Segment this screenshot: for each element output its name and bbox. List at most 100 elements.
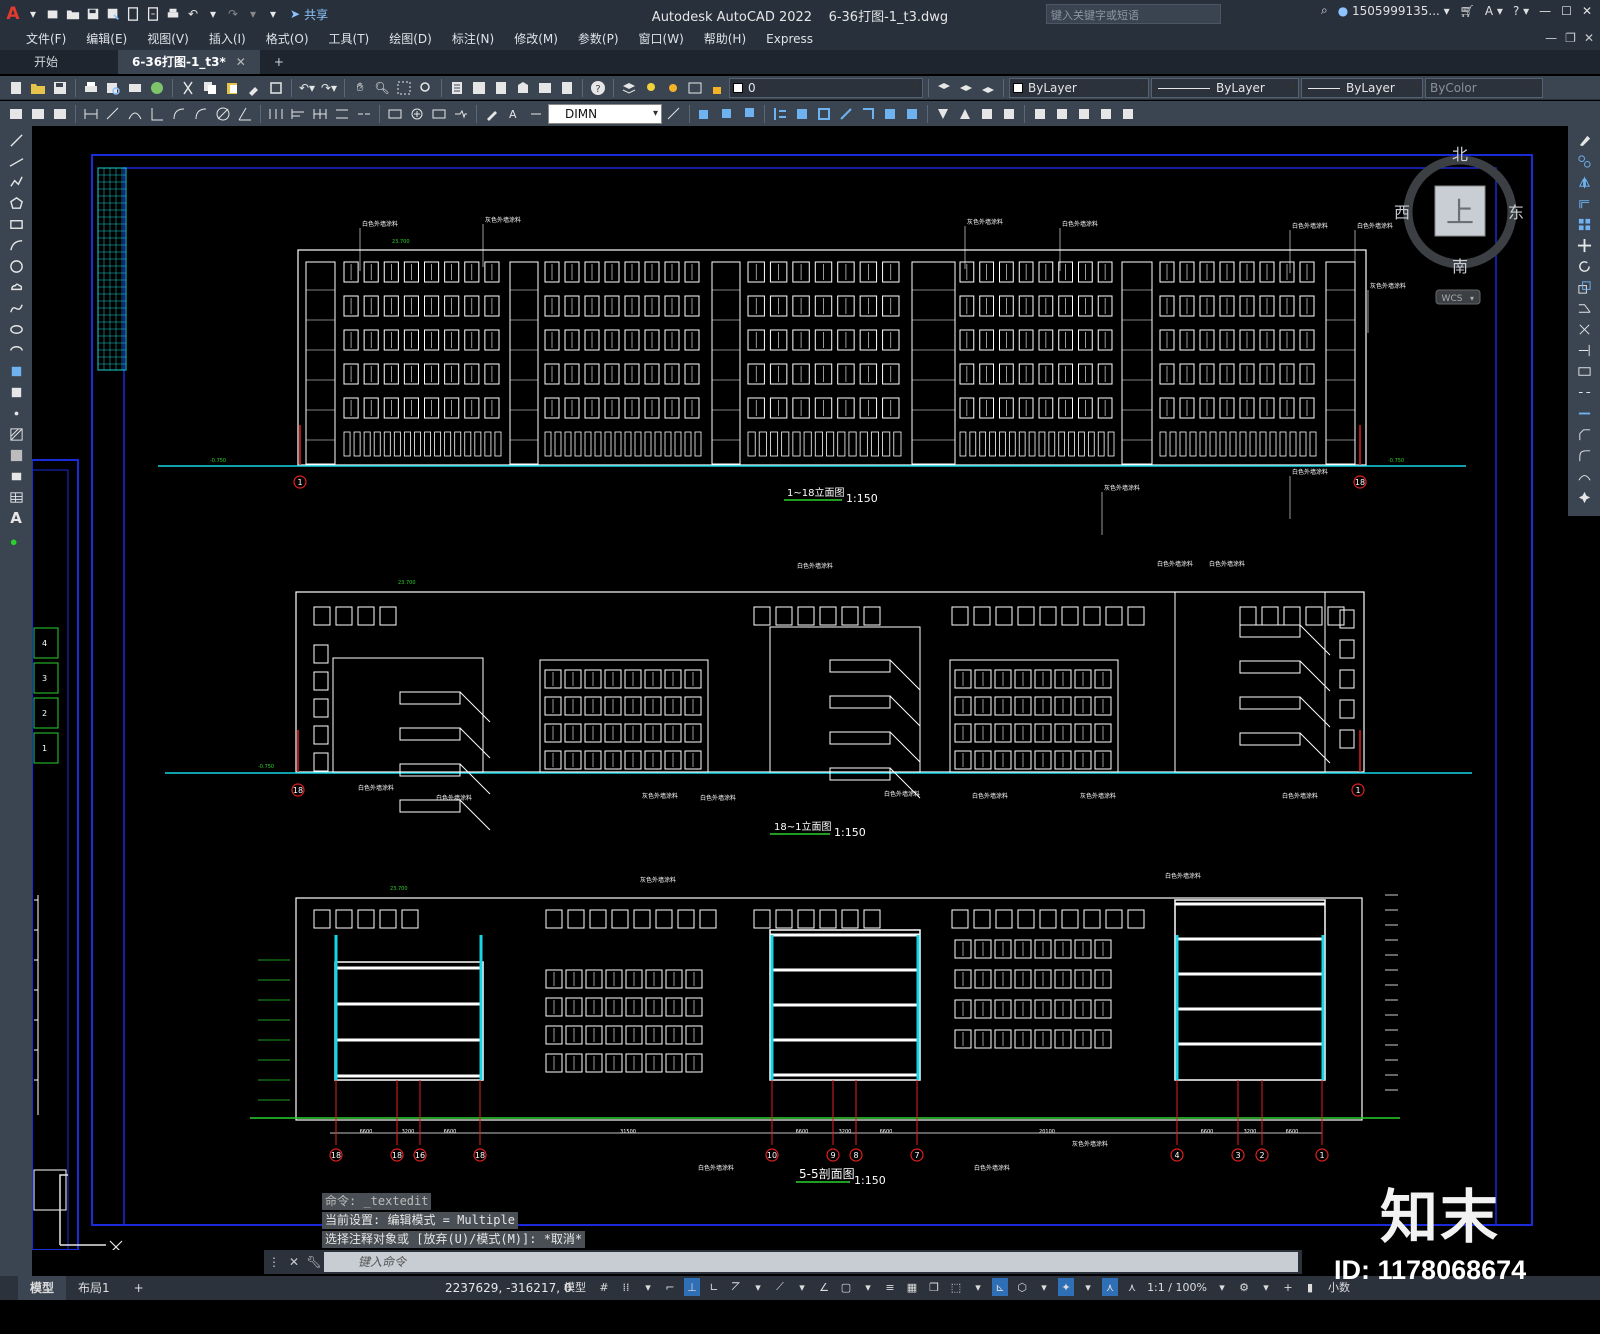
annotation-scale[interactable]: 1:1 / 100%	[1146, 1278, 1208, 1296]
quick-dimension-icon[interactable]	[266, 104, 286, 124]
maximize-button[interactable]: ☐	[1561, 4, 1572, 18]
dropdown-chevron-icon[interactable]: ▾	[794, 1278, 810, 1296]
mtext-icon[interactable]: A	[7, 509, 25, 527]
toolbar-icon-c[interactable]	[50, 104, 70, 124]
spline-icon[interactable]	[7, 300, 25, 316]
construction-line-icon[interactable]	[7, 153, 25, 169]
polyline-icon[interactable]	[7, 174, 25, 190]
command-grip-icon[interactable]: ⋮	[264, 1255, 284, 1269]
redo-toolbar-icon[interactable]: ↷▾	[319, 78, 339, 98]
layer-previous-icon[interactable]	[956, 78, 976, 98]
modify-icon-15[interactable]	[1030, 104, 1050, 124]
modify-icon-18[interactable]	[1096, 104, 1116, 124]
stretch-icon[interactable]	[1575, 300, 1593, 316]
infer-constraints-icon[interactable]: ⌐	[662, 1278, 678, 1296]
array-icon[interactable]	[1575, 216, 1593, 232]
menu-format[interactable]: 格式(O)	[256, 28, 319, 50]
zoom-previous-icon[interactable]	[416, 78, 436, 98]
offset-icon[interactable]	[1575, 195, 1593, 211]
lineweight-icon[interactable]: ≡	[882, 1278, 898, 1296]
help-toolbar-icon[interactable]: ?	[588, 78, 608, 98]
quickcalc-icon[interactable]	[557, 78, 577, 98]
pan-icon[interactable]: ✋︎	[350, 78, 370, 98]
radius-dimension-icon[interactable]	[169, 104, 189, 124]
gizmo-icon[interactable]: ✦	[1058, 1278, 1074, 1296]
doc-close-button[interactable]: ✕	[1584, 31, 1594, 45]
modify-icon-8[interactable]	[858, 104, 878, 124]
modify-icon-17[interactable]	[1074, 104, 1094, 124]
doc-restore-button[interactable]: ❐	[1565, 31, 1576, 45]
match-properties-icon[interactable]	[244, 78, 264, 98]
chamfer-icon[interactable]	[1575, 426, 1593, 442]
point-icon[interactable]	[7, 405, 25, 421]
drawing-canvas[interactable]: 4321 1 18 白色外墙涂料 灰色外墙涂料 灰色外墙涂料 白色外墙涂料 白色外墙涂料 白色…	[32, 126, 1568, 1250]
isodraft-icon[interactable]: ⟋	[772, 1278, 788, 1296]
tolerance-icon[interactable]	[385, 104, 405, 124]
redo-icon[interactable]: ↷	[224, 5, 242, 23]
help-icon[interactable]: ? ▾	[1513, 4, 1529, 18]
rotate-icon[interactable]	[1575, 258, 1593, 274]
arc-length-icon[interactable]	[125, 104, 145, 124]
modify-icon-7[interactable]	[836, 104, 856, 124]
explode-icon[interactable]	[1575, 489, 1593, 505]
move-icon[interactable]	[1575, 237, 1593, 253]
new-tab-button[interactable]: +	[260, 50, 298, 74]
design-center-icon[interactable]	[469, 78, 489, 98]
inspect-icon[interactable]	[429, 104, 449, 124]
undo-toolbar-icon[interactable]: ↶▾	[297, 78, 317, 98]
tab-drawing[interactable]: 6-36打图-1_t3* ✕	[118, 50, 260, 74]
modify-icon-1[interactable]	[695, 104, 715, 124]
autocad-logo-icon[interactable]: A	[4, 4, 22, 24]
linetype-dropdown[interactable]: ByLayer	[1151, 77, 1299, 98]
menu-parametric[interactable]: 参数(P)	[568, 28, 629, 50]
menu-file[interactable]: 文件(F)	[16, 28, 76, 50]
join-icon[interactable]	[1575, 405, 1593, 421]
tool-palettes-icon[interactable]	[491, 78, 511, 98]
layer-properties-icon[interactable]	[619, 78, 639, 98]
sheet-set-icon[interactable]	[513, 78, 533, 98]
tab-model[interactable]: 模型	[18, 1276, 67, 1300]
dynamic-input-icon[interactable]: ⊥	[684, 1278, 700, 1296]
circle-icon[interactable]	[7, 258, 25, 274]
dimension-text-edit-icon[interactable]: A	[504, 104, 524, 124]
close-tab-icon[interactable]: ✕	[236, 50, 246, 74]
close-window-button[interactable]: ✕	[1582, 4, 1592, 18]
linear-dimension-icon[interactable]	[81, 104, 101, 124]
ellipse-icon[interactable]	[7, 321, 25, 337]
make-current-layer-icon[interactable]	[934, 78, 954, 98]
dimension-style-icon[interactable]	[664, 104, 684, 124]
modify-icon-10[interactable]	[902, 104, 922, 124]
modify-icon-12[interactable]	[955, 104, 975, 124]
doc-minimize-button[interactable]: —	[1545, 31, 1557, 45]
modify-icon-9[interactable]	[880, 104, 900, 124]
menu-modify[interactable]: 修改(M)	[504, 28, 568, 50]
menu-view[interactable]: 视图(V)	[137, 28, 199, 50]
dropdown-chevron-icon[interactable]: ▾	[860, 1278, 876, 1296]
blend-curves-icon[interactable]	[1575, 468, 1593, 484]
rectangle-icon[interactable]	[7, 216, 25, 232]
arc-icon[interactable]	[7, 237, 25, 253]
layer-states-icon[interactable]	[978, 78, 998, 98]
layer-lock-icon[interactable]	[707, 78, 727, 98]
plotstyle-dropdown[interactable]: ByColor	[1425, 77, 1543, 98]
menu-insert[interactable]: 插入(I)	[199, 28, 256, 50]
menu-tools[interactable]: 工具(T)	[319, 28, 380, 50]
layer-freeze-icon[interactable]	[663, 78, 683, 98]
viewcube[interactable]: 上 北 南 东 西 WCS ▾	[1390, 140, 1530, 310]
dropdown-chevron-icon[interactable]: ▾	[970, 1278, 986, 1296]
region-icon[interactable]	[7, 468, 25, 484]
tab-layout1[interactable]: 布局1	[66, 1276, 122, 1300]
block-editor-icon[interactable]	[266, 78, 286, 98]
extend-icon[interactable]	[1575, 342, 1593, 358]
scale-icon[interactable]	[1575, 279, 1593, 295]
add-selected-icon[interactable]	[7, 531, 25, 547]
model-space-button[interactable]: 模型	[560, 1278, 590, 1296]
break-at-point-icon[interactable]	[1575, 363, 1593, 379]
menu-express[interactable]: Express	[756, 28, 823, 50]
properties-icon[interactable]	[447, 78, 467, 98]
selection-filter-icon[interactable]: ⬡	[1014, 1278, 1030, 1296]
save-icon-2[interactable]	[50, 78, 70, 98]
auto-scale-icon[interactable]: ⋏	[1124, 1278, 1140, 1296]
modify-icon-19[interactable]	[1118, 104, 1138, 124]
modify-icon-13[interactable]	[977, 104, 997, 124]
